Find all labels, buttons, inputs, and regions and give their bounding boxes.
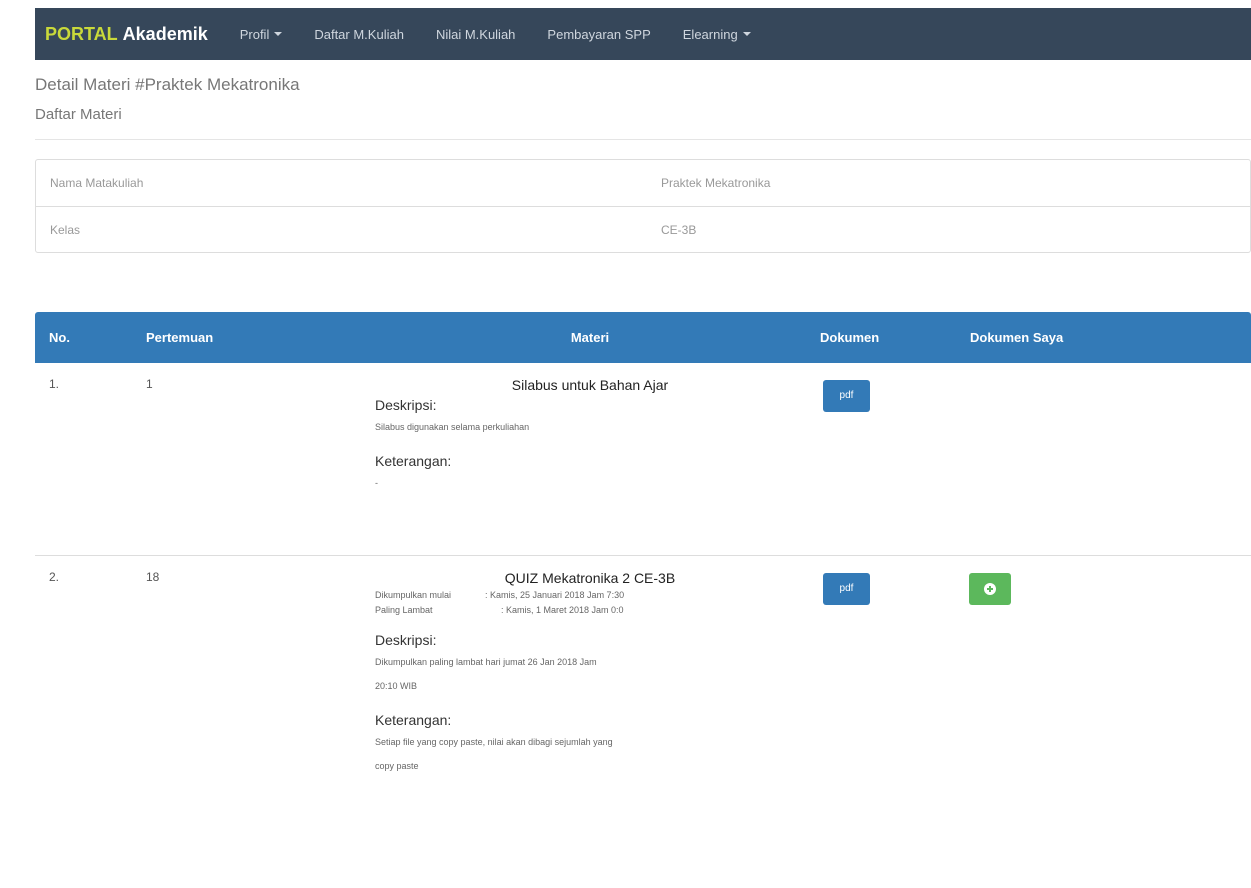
row-dokumen: pdf (805, 556, 960, 856)
header-dokumen-saya: Dokumen Saya (970, 330, 1064, 345)
nav-item-daftar-mkuliah[interactable]: Daftar M.Kuliah (298, 27, 420, 42)
nav-label: Pembayaran SPP (547, 26, 651, 42)
info-row: Kelas CE-3B (36, 206, 1250, 252)
deadline-start-value: : Kamis, 25 Januari 2018 Jam 7:30 (485, 590, 625, 600)
keterangan-text: - (375, 478, 378, 488)
row-materi: Silabus untuk Bahan Ajar Deskripsi: Sila… (375, 363, 805, 555)
nav-item-pembayaran-spp[interactable]: Pembayaran SPP (531, 27, 666, 42)
table-header: No. Pertemuan Materi Dokumen Dokumen Say… (35, 312, 1251, 363)
keterangan-label: Keterangan: (375, 712, 452, 728)
nav-label: Elearning (682, 26, 738, 42)
caret-down-icon (742, 32, 751, 36)
deskripsi-label: Deskripsi: (375, 632, 437, 648)
page-subtitle: Daftar Materi (35, 106, 122, 123)
caret-down-icon (274, 32, 283, 36)
pdf-button[interactable]: pdf (823, 380, 870, 412)
materi-title: QUIZ Mekatronika 2 CE-3B (504, 570, 676, 586)
brand-part1: PORTAL (45, 23, 118, 44)
nav-label: Daftar M.Kuliah (314, 26, 404, 42)
keterangan-label: Keterangan: (375, 453, 452, 469)
info-key: Nama Matakuliah (50, 176, 144, 190)
deadline-start-label: Dikumpulkan mulai (375, 590, 452, 600)
materials-table: No. Pertemuan Materi Dokumen Dokumen Say… (35, 312, 1251, 856)
deskripsi-text: 20:10 WIB (375, 681, 418, 691)
deadline-start: Dikumpulkan mulai : Kamis, 25 Januari 20… (375, 588, 805, 603)
materi-title: Silabus untuk Bahan Ajar (511, 377, 669, 393)
row-dokumen-saya (960, 556, 1251, 856)
row-no: 2. (49, 570, 60, 584)
keterangan-text: Setiap file yang copy paste, nilai akan … (375, 737, 613, 747)
course-info-table: Nama Matakuliah Praktek Mekatronika Kela… (35, 159, 1251, 253)
upload-document-button[interactable] (969, 573, 1011, 605)
row-materi: QUIZ Mekatronika 2 CE-3B Dikumpulkan mul… (375, 556, 805, 856)
deadline-end: Paling Lambat : Kamis, 1 Maret 2018 Jam … (375, 603, 805, 618)
row-pertemuan: 18 (146, 570, 160, 584)
nav-menu: Profil Daftar M.Kuliah Nilai M.Kuliah Pe… (224, 27, 767, 42)
header-dokumen: Dokumen (820, 330, 880, 345)
deskripsi-text: Dikumpulkan paling lambat hari jumat 26 … (375, 657, 597, 667)
row-pertemuan: 1 (146, 377, 153, 391)
keterangan-text: copy paste (375, 761, 419, 771)
row-no: 1. (49, 377, 60, 391)
table-row: 2. 18 QUIZ Mekatronika 2 CE-3B Dikumpulk… (35, 556, 1251, 856)
info-key: Kelas (50, 222, 81, 237)
row-dokumen-saya (960, 363, 1251, 555)
page-title: Detail Materi #Praktek Mekatronika (35, 75, 300, 94)
nav-item-nilai-mkuliah[interactable]: Nilai M.Kuliah (420, 27, 531, 42)
deadline-end-label: Paling Lambat (375, 605, 433, 615)
deskripsi-text: Silabus digunakan selama perkuliahan (375, 422, 530, 432)
deskripsi-label: Deskripsi: (375, 397, 437, 413)
header-no: No. (49, 330, 70, 345)
row-dokumen: pdf (805, 363, 960, 555)
info-row: Nama Matakuliah Praktek Mekatronika (36, 160, 1250, 206)
header-pertemuan: Pertemuan (146, 330, 214, 345)
plus-circle-icon (984, 583, 996, 595)
nav-label: Nilai M.Kuliah (435, 26, 516, 42)
info-value: Praktek Mekatronika (661, 176, 771, 190)
brand-part2: Akademik (122, 23, 208, 44)
nav-item-profil[interactable]: Profil (224, 27, 299, 42)
nav-label: Profil (239, 26, 270, 42)
brand-logo[interactable]: PORTAL Akademik (45, 24, 208, 45)
info-value: CE-3B (661, 222, 697, 237)
header-materi: Materi (570, 330, 610, 345)
table-row: 1. 1 Silabus untuk Bahan Ajar Deskripsi:… (35, 363, 1251, 556)
pdf-button[interactable]: pdf (823, 573, 870, 605)
divider (35, 139, 1251, 140)
nav-item-elearning[interactable]: Elearning (667, 27, 767, 42)
deadline-end-value: : Kamis, 1 Maret 2018 Jam 0:0 (501, 605, 624, 615)
navbar: PORTAL Akademik Profil Daftar M.Kuliah N… (35, 8, 1251, 60)
